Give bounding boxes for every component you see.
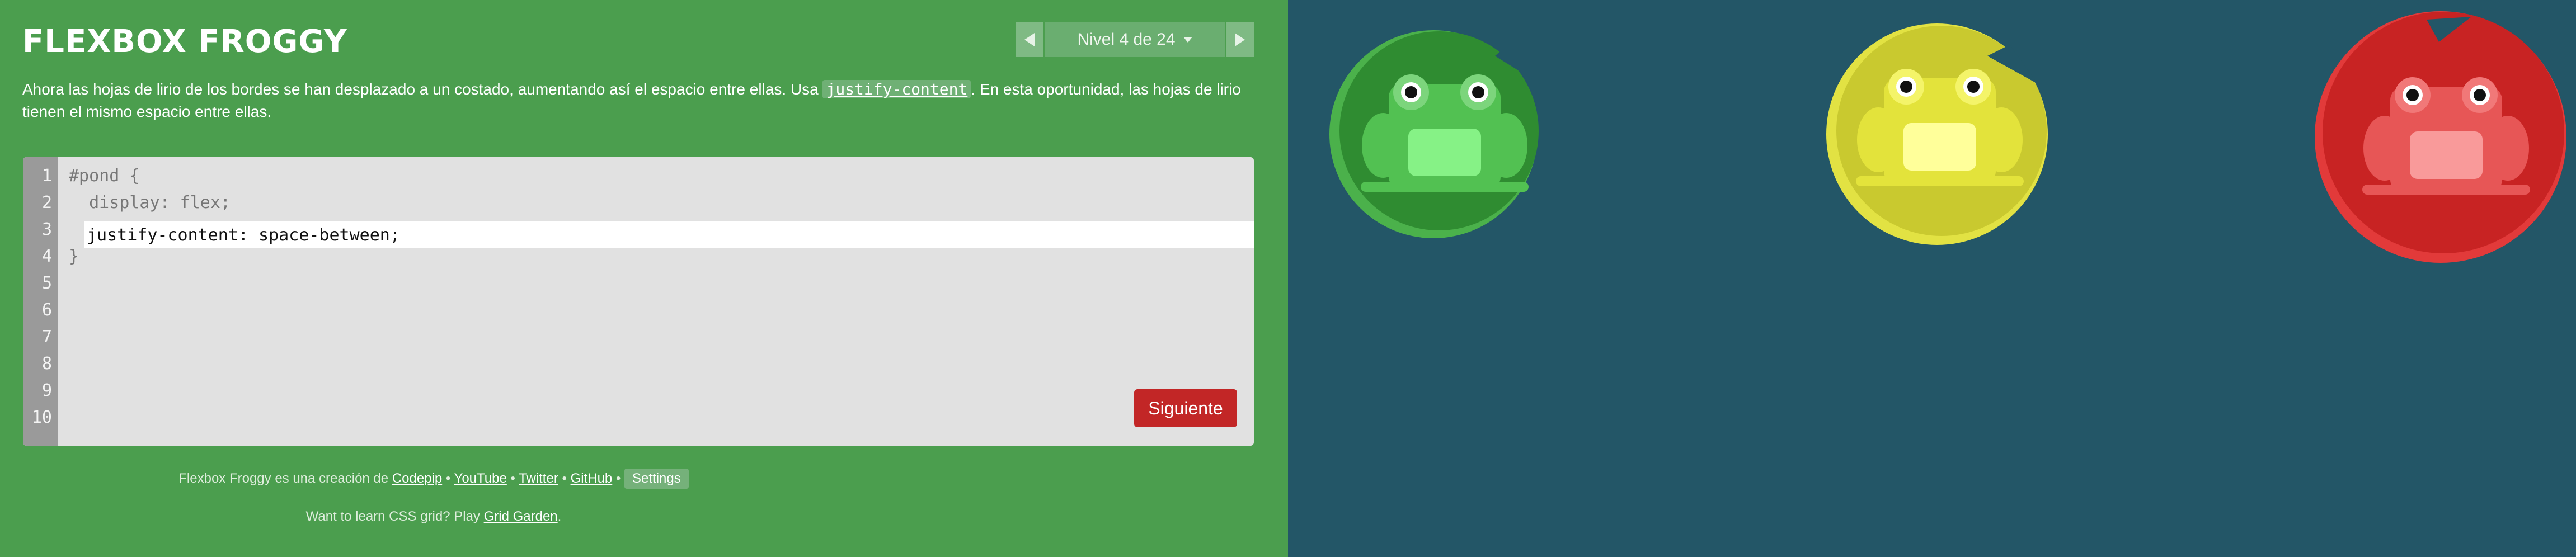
instructions-before: Ahora las hojas de lirio de los bordes s… — [22, 81, 823, 98]
level-indicator-dropdown[interactable]: Nivel 4 de 24 — [1045, 22, 1225, 57]
credits-line: Flexbox Froggy es una creación de Codepi… — [0, 469, 867, 489]
grid-promo-prefix: Want to learn CSS grid? Play — [305, 509, 480, 524]
separator: • — [615, 471, 621, 486]
frog-yellow — [1856, 69, 2024, 186]
css-editor: 1 2 3 4 5 6 7 8 9 10 #pond { display: fl… — [23, 157, 1254, 446]
line-number: 4 — [41, 247, 52, 266]
twitter-link[interactable]: Twitter — [519, 471, 558, 486]
codepip-link[interactable]: Codepip — [392, 471, 442, 486]
caret-down-icon — [1183, 37, 1192, 43]
line-number: 8 — [41, 354, 52, 374]
triangle-right-icon — [1235, 33, 1245, 46]
code-hint[interactable]: justify-content — [822, 80, 971, 98]
line-number: 9 — [41, 381, 52, 400]
next-level-button[interactable] — [1226, 22, 1254, 57]
game-sidebar: FLEXBOX FROGGY Nivel 4 de 24 Ahora las h… — [0, 0, 1288, 557]
next-button[interactable]: Siguiente — [1134, 389, 1237, 427]
triangle-left-icon — [1024, 33, 1035, 46]
line-number: 1 — [41, 166, 52, 186]
css-code-input[interactable] — [84, 221, 1254, 248]
frog-red — [2362, 77, 2530, 195]
separator: • — [445, 471, 451, 486]
frog-green — [1361, 74, 1529, 192]
level-navigator: Nivel 4 de 24 — [1016, 22, 1254, 57]
grid-garden-promo: Want to learn CSS grid? Play Grid Garden… — [0, 509, 867, 525]
level-indicator-label: Nivel 4 de 24 — [1077, 30, 1176, 49]
line-number-gutter: 1 2 3 4 5 6 7 8 9 10 — [23, 157, 58, 446]
credits-prefix: Flexbox Froggy es una creación de — [178, 471, 389, 486]
code-line-selector: #pond { — [69, 166, 140, 186]
line-number: 7 — [41, 327, 52, 347]
app-title: FLEXBOX FROGGY — [22, 23, 347, 60]
previous-level-button[interactable] — [1016, 22, 1043, 57]
grid-promo-suffix: . — [557, 509, 562, 524]
code-line-closing-brace: } — [69, 247, 79, 266]
instructions-text: Ahora las hojas de lirio de los bordes s… — [22, 78, 1253, 123]
pond-board — [1288, 0, 2576, 557]
youtube-link[interactable]: YouTube — [454, 471, 507, 486]
line-number: 2 — [41, 193, 52, 213]
code-line-display: display: flex; — [69, 193, 231, 213]
separator: • — [562, 471, 567, 486]
line-number: 5 — [41, 273, 52, 293]
github-link[interactable]: GitHub — [571, 471, 613, 486]
grid-garden-link[interactable]: Grid Garden — [484, 509, 558, 524]
line-number: 6 — [41, 300, 52, 320]
line-number: 10 — [31, 408, 52, 427]
separator: • — [510, 471, 515, 486]
line-number: 3 — [41, 220, 52, 239]
settings-button[interactable]: Settings — [624, 469, 689, 489]
